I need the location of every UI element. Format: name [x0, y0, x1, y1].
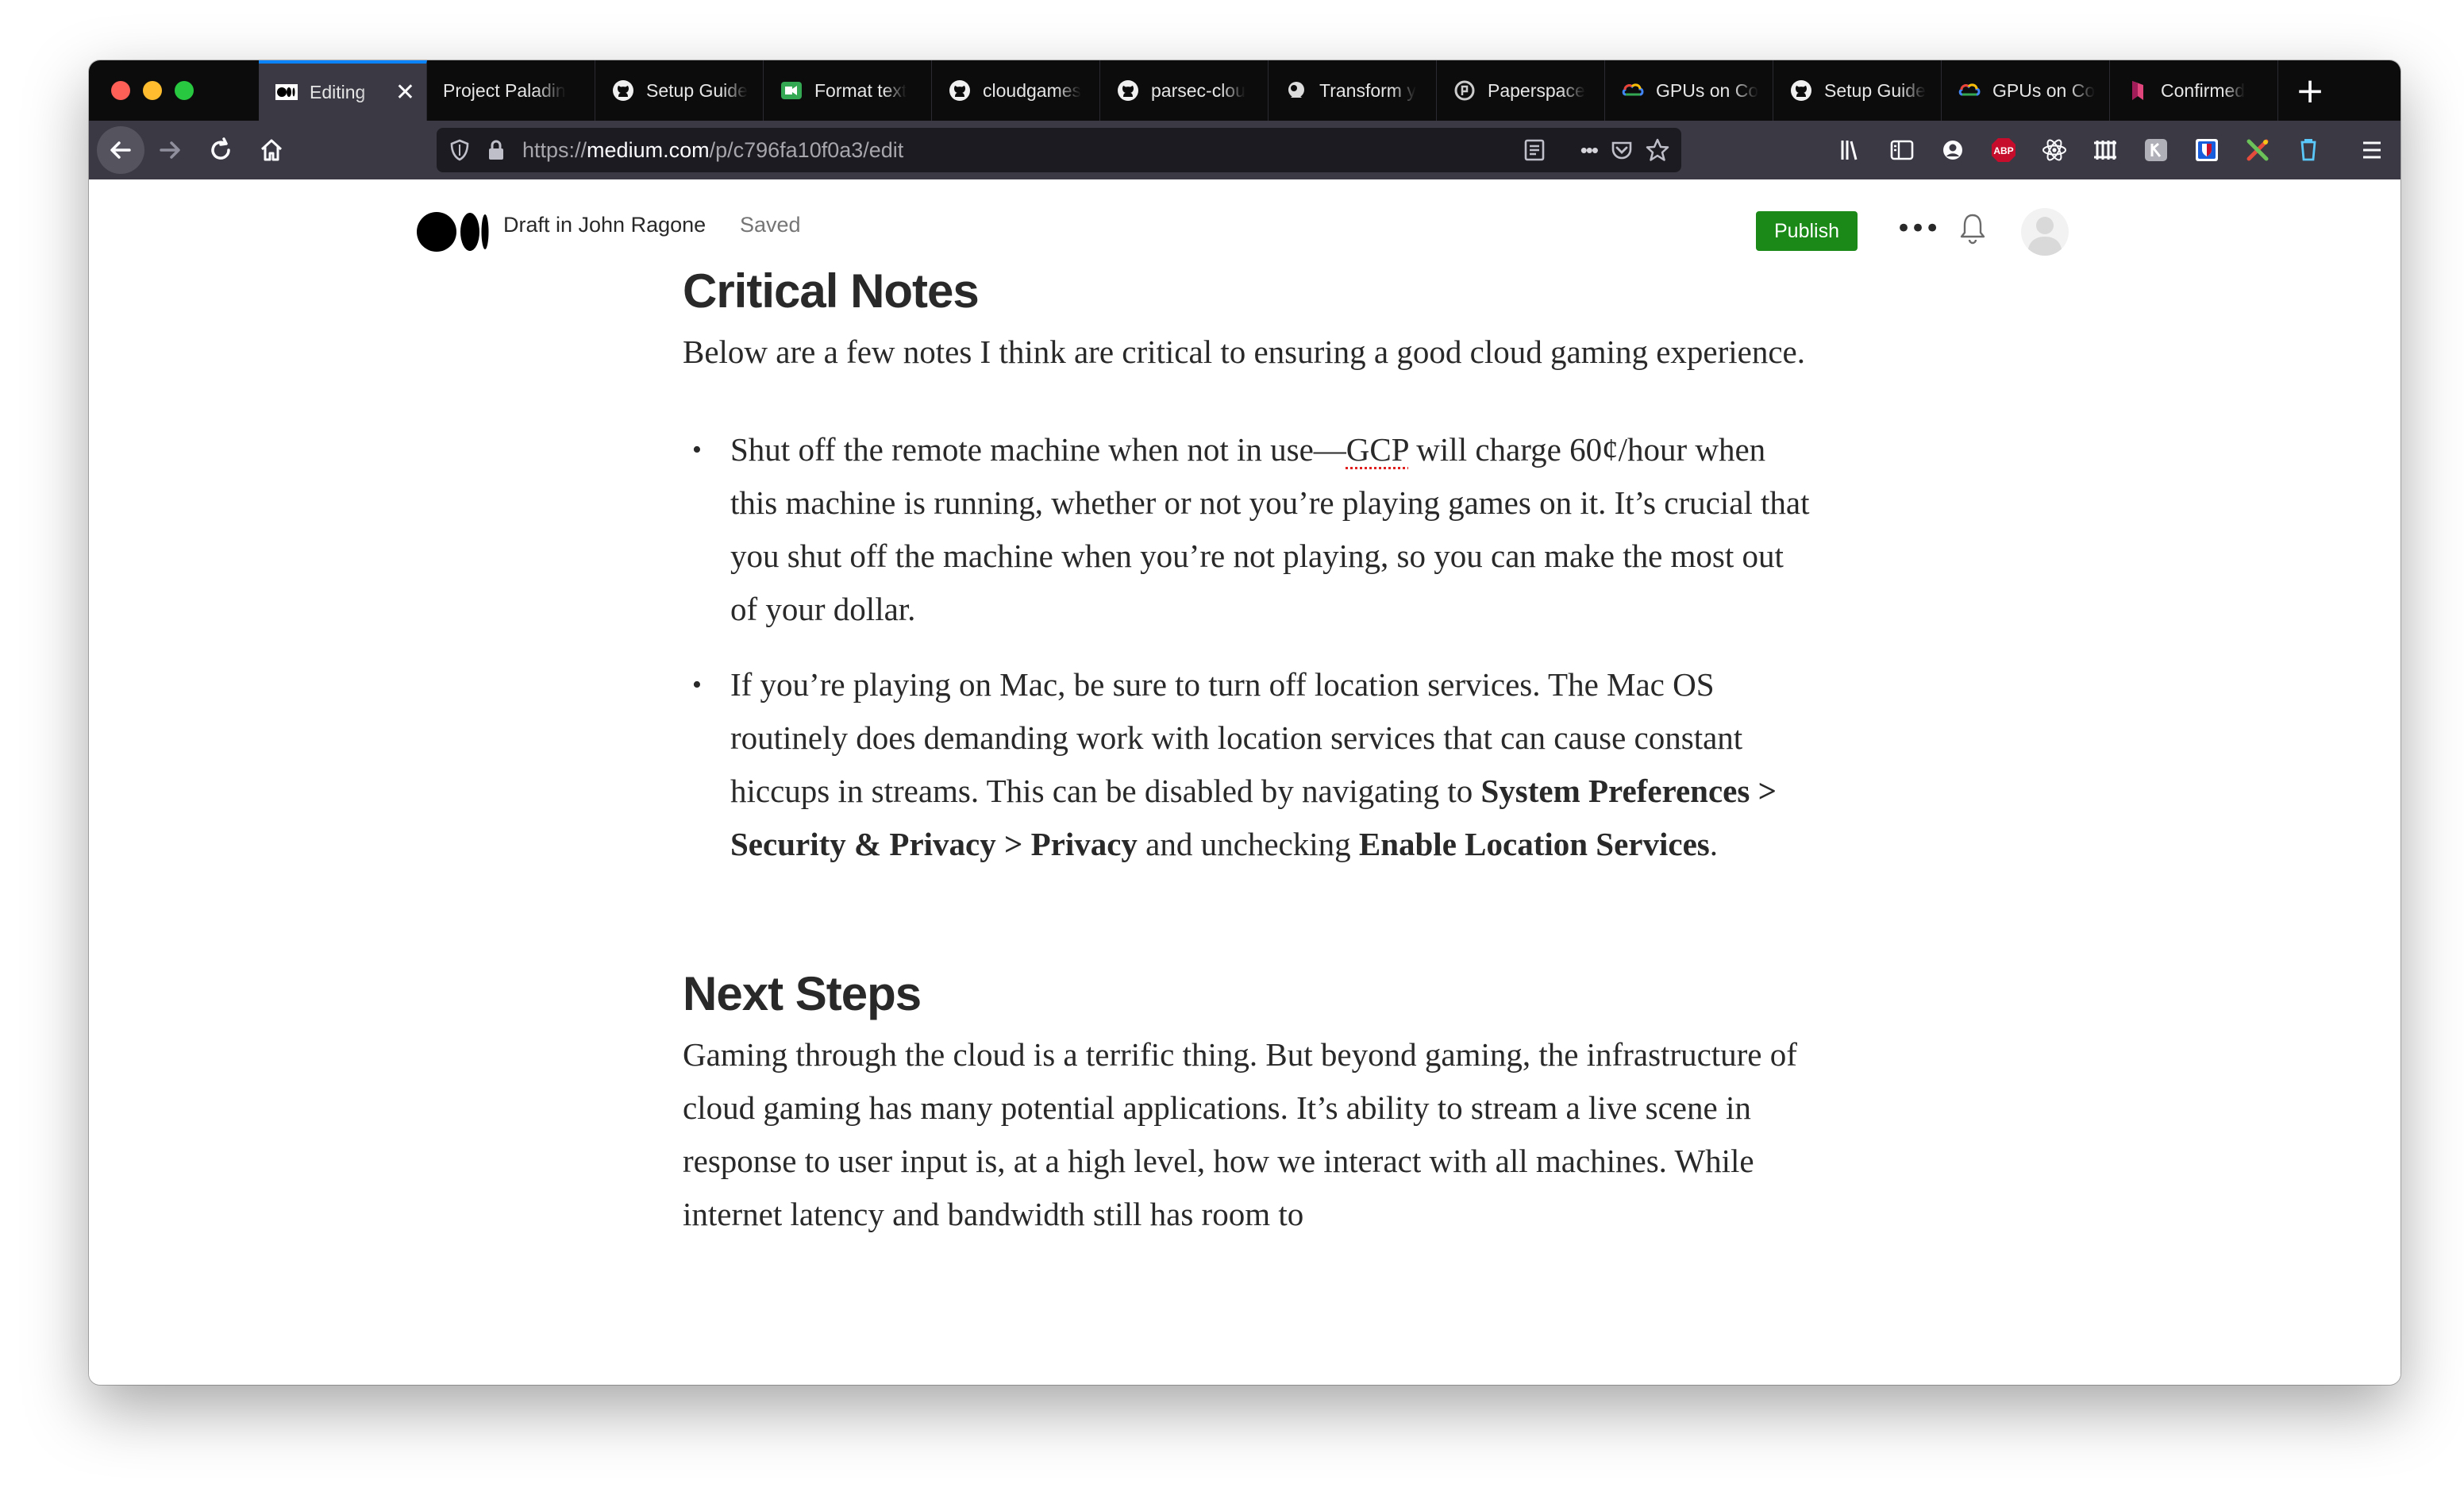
list-item[interactable]: If you’re playing on Mac, be sure to tur… — [683, 658, 1818, 871]
page-content: Draft in John Ragone Saved Publish ••• C… — [89, 179, 2400, 1385]
meet-icon — [780, 79, 803, 102]
tab-project-paladin[interactable]: Project Paladin — [427, 60, 595, 121]
user-avatar[interactable] — [2021, 208, 2069, 256]
keyboard-extension-icon[interactable] — [2131, 125, 2181, 175]
bullet-text: and unchecking — [1137, 826, 1359, 862]
bookmark-icon — [2126, 79, 2150, 102]
tab-title: GPUs on Co — [1656, 79, 1759, 101]
github-icon — [1116, 79, 1140, 102]
browser-window: Editing ✕ Project Paladin Setup Guide Fo… — [89, 60, 2400, 1385]
spellcheck-flagged-word[interactable]: GCP — [1346, 431, 1408, 468]
window-controls — [89, 60, 259, 121]
github-icon — [1789, 79, 1813, 102]
medium-logo-icon[interactable] — [416, 211, 489, 252]
critical-notes-intro[interactable]: Below are a few notes I think are critic… — [683, 326, 1818, 379]
url-text[interactable]: https://medium.com/p/c796fa10f0a3/edit — [522, 138, 903, 163]
bullet-text: Shut off the remote machine when not in … — [730, 431, 1346, 468]
list-item[interactable]: Shut off the remote machine when not in … — [683, 423, 1818, 636]
reader-view-icon[interactable] — [1523, 138, 1546, 162]
bitwarden-icon[interactable] — [2181, 125, 2232, 175]
close-tab-icon[interactable]: ✕ — [395, 79, 415, 106]
medium-editor-header: Draft in John Ragone Saved Publish ••• — [89, 179, 2400, 259]
hamburger-menu-icon[interactable] — [2347, 125, 2397, 175]
zoom-window-button[interactable] — [175, 81, 194, 100]
tab-setup-guide[interactable]: Setup Guide — [595, 60, 764, 121]
minimize-window-button[interactable] — [143, 81, 162, 100]
tab-title: cloudgames — [983, 79, 1082, 101]
home-icon — [260, 139, 283, 161]
medium-logo-icon — [275, 80, 298, 104]
tab-title: GPUs on Co — [1992, 79, 2096, 101]
tab-paperspace[interactable]: Paperspace — [1437, 60, 1605, 121]
url-path: /p/c796fa10f0a3/edit — [709, 137, 904, 162]
critical-notes-list: Shut off the remote machine when not in … — [683, 423, 1818, 871]
account-icon[interactable] — [1927, 125, 1978, 175]
google-cloud-icon — [1621, 79, 1645, 102]
tab-setup-guide-2[interactable]: Setup Guide — [1773, 60, 1942, 121]
new-tab-button[interactable]: + — [2278, 60, 2342, 121]
tools-icon[interactable] — [2232, 125, 2283, 175]
back-arrow-icon — [110, 141, 131, 159]
tab-gpus-on-compute-2[interactable]: GPUs on Co — [1942, 60, 2110, 121]
cloud-icon — [1284, 79, 1308, 102]
close-window-button[interactable] — [111, 81, 130, 100]
react-devtools-icon[interactable] — [2029, 125, 2080, 175]
tab-strip: Editing ✕ Project Paladin Setup Guide Fo… — [89, 60, 2400, 121]
tab-format-text[interactable]: Format text — [764, 60, 932, 121]
tab-title: parsec-clou — [1151, 79, 1245, 101]
home-button[interactable] — [246, 125, 297, 175]
draft-location-label: Draft in John Ragone — [503, 213, 706, 237]
section-heading-next-steps[interactable]: Next Steps — [683, 968, 1818, 1020]
container-extension-icon[interactable] — [2283, 125, 2334, 175]
bookmark-star-icon[interactable] — [1645, 137, 1670, 163]
google-cloud-icon — [1958, 79, 1981, 102]
navigation-toolbar: https://medium.com/p/c796fa10f0a3/edit •… — [89, 121, 2400, 179]
lock-icon[interactable] — [487, 139, 508, 161]
github-icon — [948, 79, 972, 102]
bullet-text: . — [1709, 826, 1718, 862]
forward-button[interactable] — [144, 125, 195, 175]
tab-transform[interactable]: Transform y — [1269, 60, 1437, 121]
reload-icon — [211, 137, 230, 160]
article-body[interactable]: Critical Notes Below are a few notes I t… — [683, 259, 1818, 1241]
library-icon[interactable] — [1826, 125, 1877, 175]
grid-extension-icon[interactable] — [2080, 125, 2131, 175]
page-actions-icon[interactable]: ••• — [1580, 138, 1599, 163]
tab-title: Project Paladin — [443, 79, 566, 101]
tab-title: Confirmed — [2161, 79, 2246, 101]
tab-title: Setup Guide — [646, 79, 748, 101]
publish-button[interactable]: Publish — [1756, 211, 1858, 251]
github-icon — [611, 79, 635, 102]
tab-confirmed[interactable]: Confirmed — [2110, 60, 2278, 121]
forward-arrow-icon — [160, 141, 180, 159]
back-button[interactable] — [97, 126, 144, 174]
reload-button[interactable] — [195, 125, 246, 175]
tab-cloudgames[interactable]: cloudgames — [932, 60, 1100, 121]
url-scheme: https:// — [522, 137, 587, 162]
bold-setting-name: Enable Location Services — [1358, 826, 1710, 862]
more-options-button[interactable]: ••• — [1896, 213, 1940, 245]
tab-title: Paperspace — [1488, 79, 1585, 101]
paperspace-icon — [1453, 79, 1476, 102]
tab-parsec-cloud[interactable]: parsec-clou — [1100, 60, 1269, 121]
save-status: Saved — [740, 213, 801, 237]
tab-title: Setup Guide — [1824, 79, 1926, 101]
next-steps-paragraph[interactable]: Gaming through the cloud is a terrific t… — [683, 1028, 1818, 1241]
sidebar-icon[interactable] — [1877, 125, 1927, 175]
tab-gpus-on-compute[interactable]: GPUs on Co — [1605, 60, 1773, 121]
tab-title: Editing — [310, 81, 366, 102]
section-heading-critical-notes[interactable]: Critical Notes — [683, 265, 1818, 318]
tab-editing[interactable]: Editing ✕ — [259, 60, 427, 121]
url-host: medium.com — [587, 137, 710, 162]
toolbar-extensions: ABP — [1826, 121, 2400, 179]
url-bar[interactable]: https://medium.com/p/c796fa10f0a3/edit •… — [437, 128, 1681, 172]
notifications-bell-icon[interactable] — [1958, 211, 1988, 249]
pocket-icon[interactable] — [1610, 138, 1634, 162]
shield-icon[interactable] — [449, 138, 473, 162]
tab-title: Format text — [814, 79, 907, 101]
adblock-label: ABP — [1993, 145, 2013, 156]
tab-title: Transform y — [1319, 79, 1416, 101]
adblock-plus-icon[interactable]: ABP — [1978, 125, 2029, 175]
